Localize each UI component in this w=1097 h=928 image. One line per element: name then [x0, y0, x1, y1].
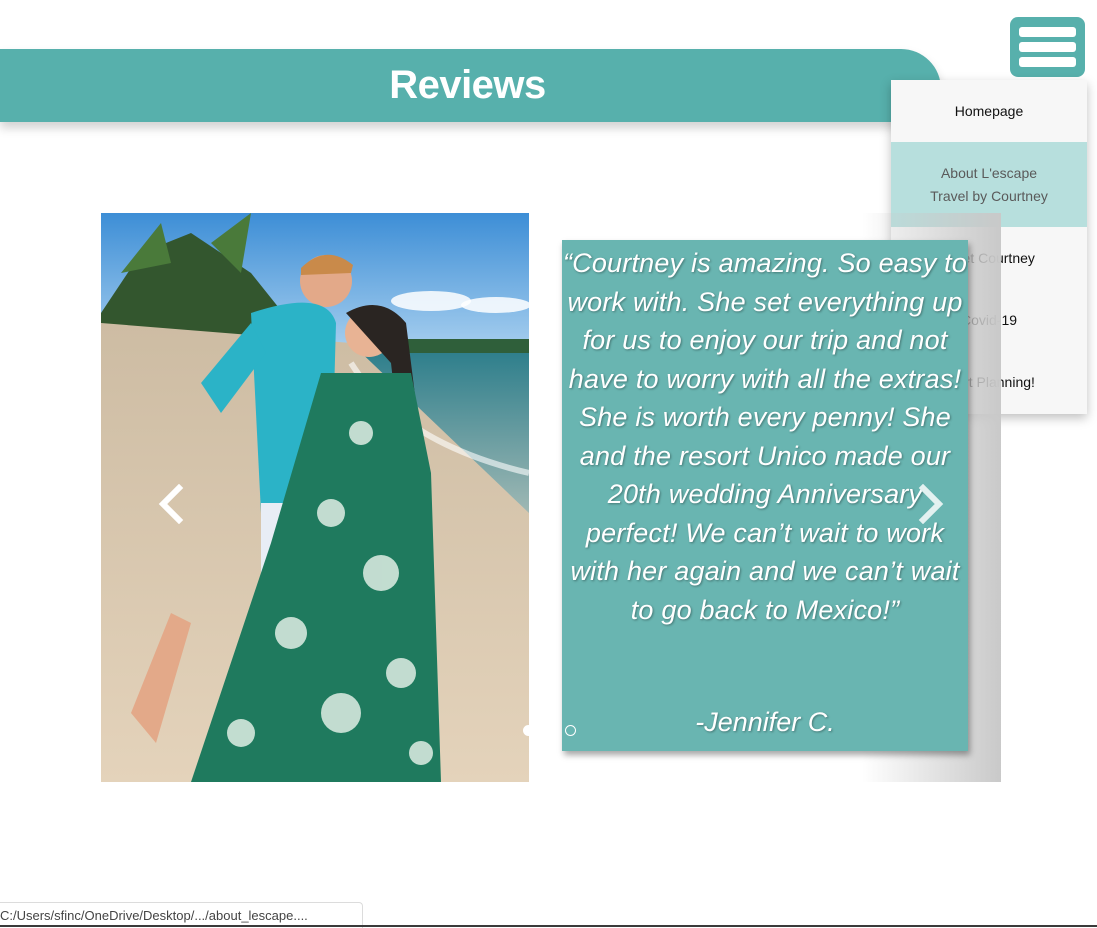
status-url: C:/Users/sfinc/OneDrive/Desktop/.../abou…	[0, 908, 308, 923]
carousel-prev-button[interactable]	[157, 483, 187, 525]
review-author: -Jennifer C.	[695, 707, 835, 737]
chevron-right-icon	[918, 483, 944, 525]
menu-item-homepage[interactable]: Homepage	[891, 80, 1087, 142]
review-card: “Courtney is amazing. So easy to work wi…	[562, 240, 968, 751]
carousel-next-button[interactable]	[915, 483, 945, 525]
carousel-dot-1[interactable]	[523, 725, 534, 736]
review-quote: “Courtney is amazing. So easy to work wi…	[562, 248, 968, 625]
page-title: Reviews	[389, 63, 546, 107]
carousel-dot-2[interactable]	[565, 725, 576, 736]
hamburger-menu-button[interactable]	[1010, 17, 1085, 77]
chevron-left-icon	[158, 483, 184, 525]
